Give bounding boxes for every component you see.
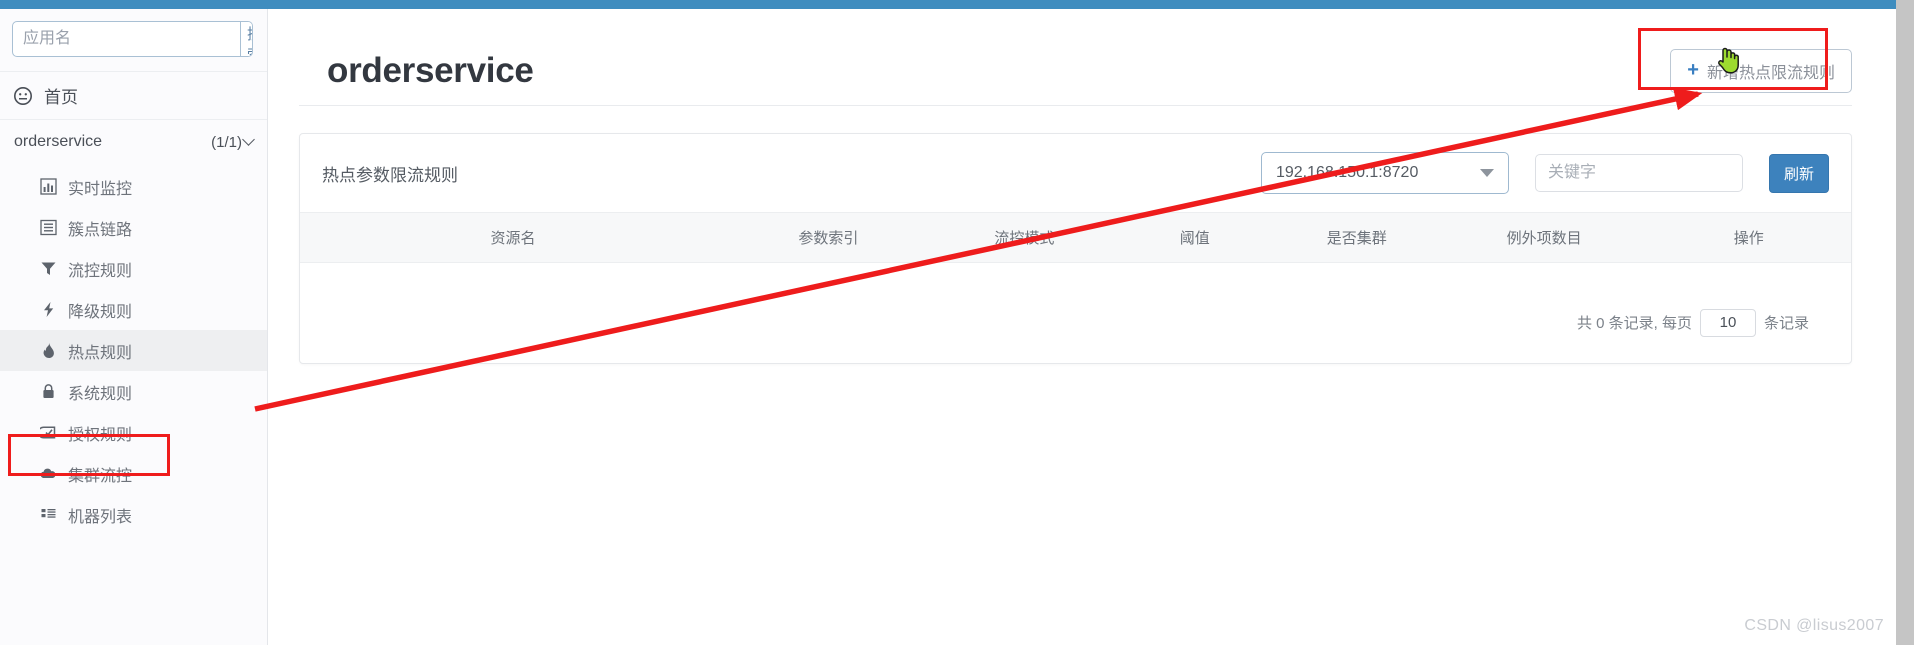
sidebar-item-cluster-link[interactable]: 簇点链路: [0, 207, 267, 248]
watermark: CSDN @lisus2007: [1744, 617, 1884, 634]
sidebar-item-realtime-monitor[interactable]: 实时监控: [0, 166, 267, 207]
col-param-index: 参数索引: [726, 212, 931, 263]
sidebar-item-machine-list-label: 机器列表: [68, 508, 133, 526]
list-view-icon: [38, 218, 58, 238]
scrollbar-thumb[interactable]: [1896, 0, 1914, 645]
sidebar-item-authority-rule-label: 授权规则: [68, 426, 133, 444]
table-header-row: 资源名 参数索引 流控模式 阈值 是否集群 例外项数目 操作: [300, 212, 1851, 263]
sidebar-item-flow-rule-label: 流控规则: [68, 262, 133, 280]
chevron-down-icon: [242, 132, 255, 146]
sidebar-item-system-rule[interactable]: 系统规则: [0, 371, 267, 412]
sidebar-search-area: 搜索: [0, 9, 267, 69]
pagination: 共 0 条记录, 每页 条记录: [300, 301, 1851, 363]
main-content: orderservice + 新增热点限流规则 热点参数限流规则 192.168…: [269, 9, 1896, 645]
refresh-button[interactable]: 刷新: [1768, 153, 1829, 193]
add-hotspot-rule-button[interactable]: + 新增热点限流规则: [1670, 49, 1852, 93]
fire-icon: [38, 341, 58, 361]
add-hotspot-rule-button-label: 新增热点限流规则: [1706, 65, 1835, 82]
page-title: orderservice: [327, 51, 534, 90]
sidebar-item-degrade-rule[interactable]: 降级规则: [0, 289, 267, 330]
app-root: 搜索 首页 orderservice (1/1): [0, 0, 1914, 645]
page-size-input[interactable]: [1699, 308, 1756, 337]
card-toolbar: 192.168.150.1:8720 刷新: [1260, 152, 1829, 194]
vertical-scrollbar[interactable]: [1896, 0, 1914, 645]
sidebar-item-home[interactable]: 首页: [0, 72, 267, 120]
cloud-icon: [38, 464, 58, 484]
col-is-cluster: 是否集群: [1271, 212, 1442, 263]
search-group: 搜索: [12, 21, 253, 57]
lock-icon: [38, 382, 58, 402]
col-actions: 操作: [1646, 212, 1851, 263]
sidebar-item-hotspot-rule-label: 热点规则: [68, 344, 133, 362]
keyword-input[interactable]: [1534, 154, 1743, 192]
sidebar-menu: 实时监控 簇点链路 流控规则 降级规则 热点规则 系统规则 授权规则 集群流控 …: [0, 166, 267, 535]
pagination-prefix: 共 0 条记录, 每页: [1576, 315, 1692, 332]
header-divider: [299, 105, 1852, 106]
dashboard-icon: [12, 85, 34, 107]
table-empty-cell: [300, 263, 1851, 301]
sidebar-item-cluster-flow-label: 集群流控: [68, 467, 133, 485]
sidebar-item-home-label: 首页: [44, 88, 78, 107]
sidebar: 搜索 首页 orderservice (1/1): [0, 9, 268, 645]
plus-icon: +: [1687, 59, 1699, 81]
col-resource-name: 资源名: [300, 212, 727, 263]
sidebar-item-cluster-link-label: 簇点链路: [68, 221, 133, 239]
col-flow-mode: 流控模式: [930, 212, 1119, 263]
sidebar-app-count: (1/1): [211, 132, 255, 151]
sidebar-item-machine-list[interactable]: 机器列表: [0, 494, 267, 535]
sidebar-item-flow-rule[interactable]: 流控规则: [0, 248, 267, 289]
sidebar-app-group[interactable]: orderservice (1/1): [0, 120, 267, 164]
hotspot-rules-table: 资源名 参数索引 流控模式 阈值 是否集群 例外项数目 操作: [300, 212, 1851, 301]
sidebar-item-cluster-flow[interactable]: 集群流控: [0, 453, 267, 494]
sidebar-item-degrade-rule-label: 降级规则: [68, 303, 133, 321]
sidebar-item-realtime-monitor-label: 实时监控: [68, 180, 133, 198]
sidebar-item-hotspot-rule[interactable]: 热点规则: [0, 330, 267, 371]
page-header: orderservice + 新增热点限流规则: [269, 9, 1896, 105]
hotspot-rules-card: 热点参数限流规则 192.168.150.1:8720 刷新 资源名 参数索引 …: [299, 133, 1852, 364]
col-exception-count: 例外项数目: [1441, 212, 1647, 263]
check-badge-icon: [38, 423, 58, 443]
sidebar-item-system-rule-label: 系统规则: [68, 385, 133, 403]
caret-down-icon: [1479, 169, 1494, 177]
filter-icon: [38, 259, 58, 279]
table-empty-row: [300, 263, 1851, 301]
grid-list-icon: [38, 505, 58, 525]
pagination-suffix: 条记录: [1763, 315, 1809, 332]
col-threshold: 阈值: [1118, 212, 1272, 263]
sidebar-app-count-label: (1/1): [211, 133, 242, 151]
machine-select[interactable]: 192.168.150.1:8720: [1260, 152, 1509, 194]
card-header: 热点参数限流规则 192.168.150.1:8720 刷新: [300, 134, 1851, 212]
machine-select-value: 192.168.150.1:8720: [1275, 164, 1419, 181]
search-input[interactable]: [13, 22, 240, 56]
table-head: 资源名 参数索引 流控模式 阈值 是否集群 例外项数目 操作: [300, 212, 1851, 263]
top-accent-bar: [0, 0, 1896, 9]
table-body: [300, 263, 1851, 301]
bar-chart-icon: [38, 177, 58, 197]
card-title: 热点参数限流规则: [322, 165, 458, 185]
search-button[interactable]: 搜索: [240, 22, 252, 56]
sidebar-item-authority-rule[interactable]: 授权规则: [0, 412, 267, 453]
bolt-icon: [38, 300, 58, 320]
sidebar-app-name: orderservice: [14, 133, 103, 150]
